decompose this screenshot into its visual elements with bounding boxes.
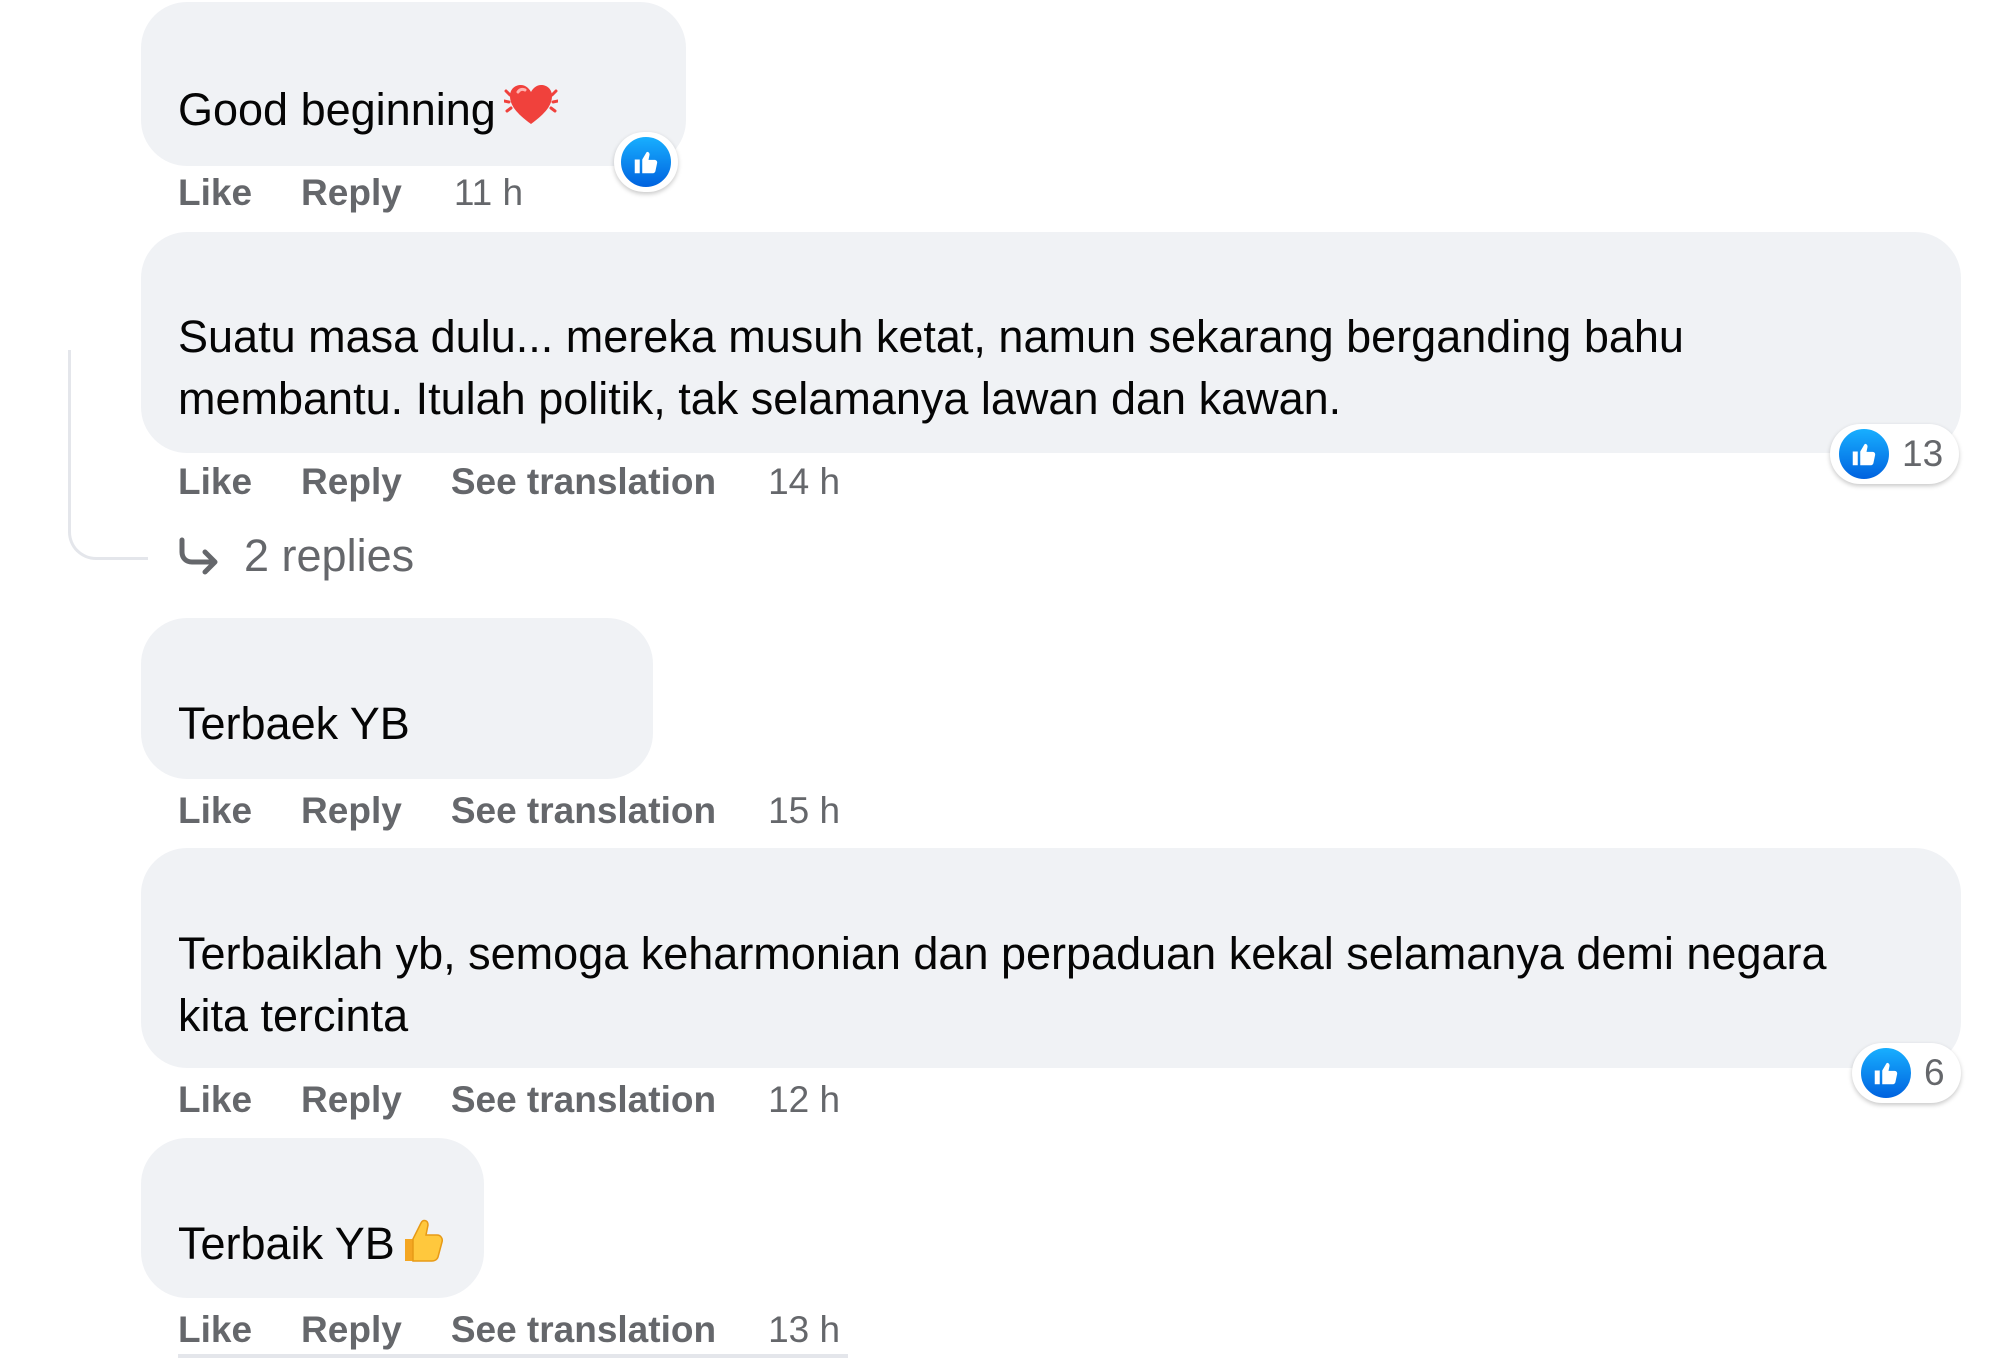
- comment-bubble: Terbaiklah yb, semoga keharmonian dan pe…: [141, 848, 1961, 1068]
- comment-timestamp[interactable]: 15 h: [768, 790, 840, 832]
- reply-button[interactable]: Reply: [301, 790, 402, 832]
- comment-bubble: Good beginning: [141, 2, 686, 166]
- comment-actions: Like Reply See translation 14 h: [178, 457, 840, 507]
- comment-text: Terbaik YB: [178, 1218, 395, 1269]
- comment-bubble: Suatu masa dulu... mereka musuh ketat, n…: [141, 232, 1961, 453]
- thumbs-up-emoji-icon: [397, 1215, 445, 1281]
- comment-timestamp[interactable]: 13 h: [768, 1309, 840, 1351]
- comment-actions: Like Reply See translation 13 h: [178, 1305, 840, 1355]
- like-reaction-icon: [618, 134, 674, 190]
- see-translation-button[interactable]: See translation: [451, 790, 716, 832]
- comment-text: Terbaek YB: [178, 698, 410, 749]
- see-translation-button[interactable]: See translation: [451, 1309, 716, 1351]
- like-reaction-icon: [1858, 1045, 1914, 1101]
- like-button[interactable]: Like: [178, 1079, 252, 1121]
- reply-arrow-icon: [179, 537, 218, 575]
- like-reaction-icon: [1836, 426, 1892, 482]
- view-replies-label: 2 replies: [244, 530, 415, 581]
- comment-timestamp[interactable]: 11 h: [454, 172, 523, 214]
- like-button[interactable]: Like: [178, 461, 252, 503]
- comment-text-wrapper: Terbaik YB: [178, 1213, 474, 1281]
- reply-button[interactable]: Reply: [301, 1079, 402, 1121]
- like-button[interactable]: Like: [178, 1309, 252, 1351]
- comment-actions: Like Reply See translation 12 h: [178, 1075, 840, 1125]
- comment-text-wrapper: Good beginning: [178, 77, 646, 147]
- see-translation-button[interactable]: See translation: [451, 1079, 716, 1121]
- comment-actions: Like Reply 11 h: [178, 168, 523, 218]
- reply-button[interactable]: Reply: [301, 172, 402, 214]
- reaction-badge[interactable]: 13: [1830, 424, 1960, 484]
- divider: [178, 1354, 848, 1358]
- like-button[interactable]: Like: [178, 790, 252, 832]
- like-button[interactable]: Like: [178, 172, 252, 214]
- comment-text: Suatu masa dulu... mereka musuh ketat, n…: [178, 311, 1684, 424]
- comment-actions: Like Reply See translation 15 h: [178, 786, 840, 836]
- comment-timestamp[interactable]: 12 h: [768, 1079, 840, 1121]
- reaction-count: 13: [1902, 433, 1944, 474]
- comment-timestamp[interactable]: 14 h: [768, 461, 840, 503]
- comment-bubble: Terbaek YB: [141, 618, 653, 779]
- reply-button[interactable]: Reply: [301, 1309, 402, 1351]
- see-translation-button[interactable]: See translation: [451, 461, 716, 503]
- reaction-count: 6: [1924, 1052, 1945, 1093]
- comment-text: Terbaiklah yb, semoga keharmonian dan pe…: [178, 928, 1827, 1041]
- view-replies-button[interactable]: 2 replies: [176, 525, 414, 587]
- reaction-badge[interactable]: [614, 132, 678, 192]
- comment-bubble: Terbaik YB: [141, 1138, 484, 1298]
- reaction-badge[interactable]: 6: [1852, 1043, 1961, 1103]
- comment-text: Good beginning: [178, 84, 496, 135]
- reply-button[interactable]: Reply: [301, 461, 402, 503]
- reply-thread-connector: [68, 350, 148, 560]
- beating-heart-emoji-icon: [502, 77, 560, 147]
